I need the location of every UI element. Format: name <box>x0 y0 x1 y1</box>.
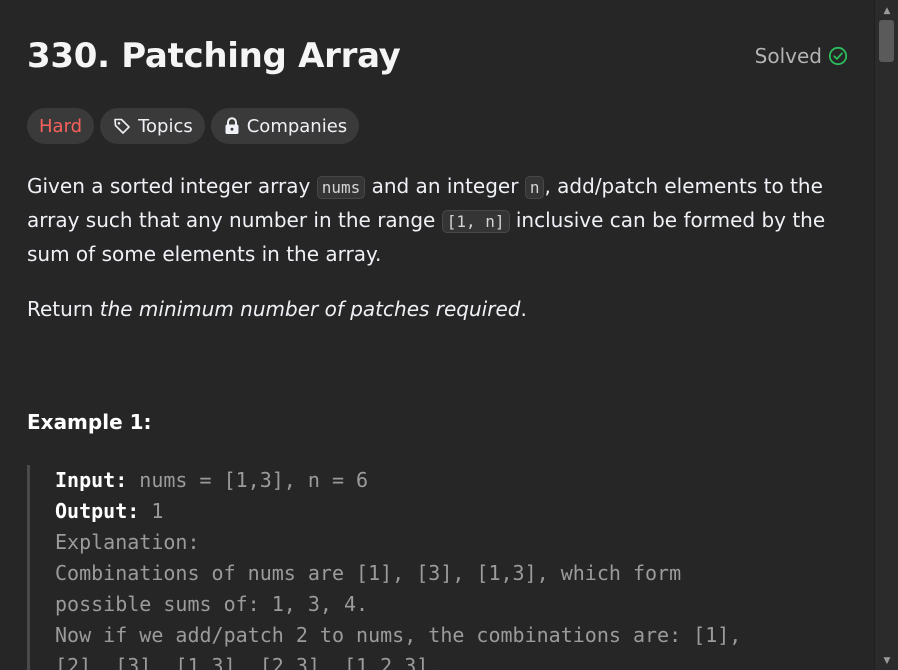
statement-text: Given a sorted integer array <box>27 174 317 198</box>
inline-code: nums <box>316 176 366 199</box>
statement-paragraph: Given a sorted integer array nums and an… <box>27 170 857 271</box>
explanation-label: Explanation: <box>55 530 200 554</box>
explanation-line: possible sums of: 1, 3, 4. <box>55 592 369 616</box>
solved-status: Solved <box>755 44 848 68</box>
explanation-line: Combinations of nums are [1], [3], [1,3]… <box>55 561 682 585</box>
statement-emphasis: the minimum number of patches required <box>99 297 521 321</box>
example-output-line: Output: 1 <box>55 496 857 527</box>
return-statement: Return the minimum number of patches req… <box>27 293 527 326</box>
example-heading: Example 1: <box>27 410 152 434</box>
tag-icon <box>112 116 132 136</box>
solved-label: Solved <box>754 44 822 68</box>
check-circle-icon <box>828 46 848 66</box>
example-block: Input: nums = [1,3], n = 6 Output: 1 Exp… <box>27 465 857 670</box>
statement-text: and an integer <box>365 174 525 198</box>
scroll-down-icon[interactable]: ▼ <box>875 652 898 670</box>
scrollbar-thumb[interactable] <box>879 20 894 62</box>
topics-label: Topics <box>138 115 193 137</box>
topics-button[interactable]: Topics <box>100 108 205 144</box>
vertical-scrollbar[interactable]: ▲ ▼ <box>874 0 898 670</box>
statement-text: Return <box>27 297 100 321</box>
companies-label: Companies <box>246 115 348 137</box>
statement-text: . <box>520 297 527 321</box>
problem-tags: Hard Topics Companies <box>27 108 360 144</box>
inline-code: [1, n] <box>441 210 510 233</box>
problem-title: 330. Patching Array <box>27 36 401 76</box>
problem-statement: Given a sorted integer array nums and an… <box>27 170 857 271</box>
companies-button[interactable]: Companies <box>210 108 360 144</box>
output-label: Output: <box>55 499 140 523</box>
scroll-up-icon[interactable]: ▲ <box>875 2 898 20</box>
difficulty-label: Hard <box>39 115 83 137</box>
input-label: Input: <box>55 468 128 492</box>
lock-icon <box>223 116 241 136</box>
output-value: 1 <box>139 499 164 523</box>
problem-description-panel: 330. Patching Array Solved Hard Topics C… <box>0 0 874 670</box>
example-input-line: Input: nums = [1,3], n = 6 <box>55 465 857 496</box>
input-value: nums = [1,3], n = 6 <box>127 468 369 492</box>
inline-code: n <box>524 176 545 199</box>
explanation-line: Now if we add/patch 2 to nums, the combi… <box>55 623 742 647</box>
explanation-line: [2], [3], [1,3], [2,3], [1,2,3]. <box>55 654 441 670</box>
difficulty-badge: Hard <box>27 108 95 144</box>
